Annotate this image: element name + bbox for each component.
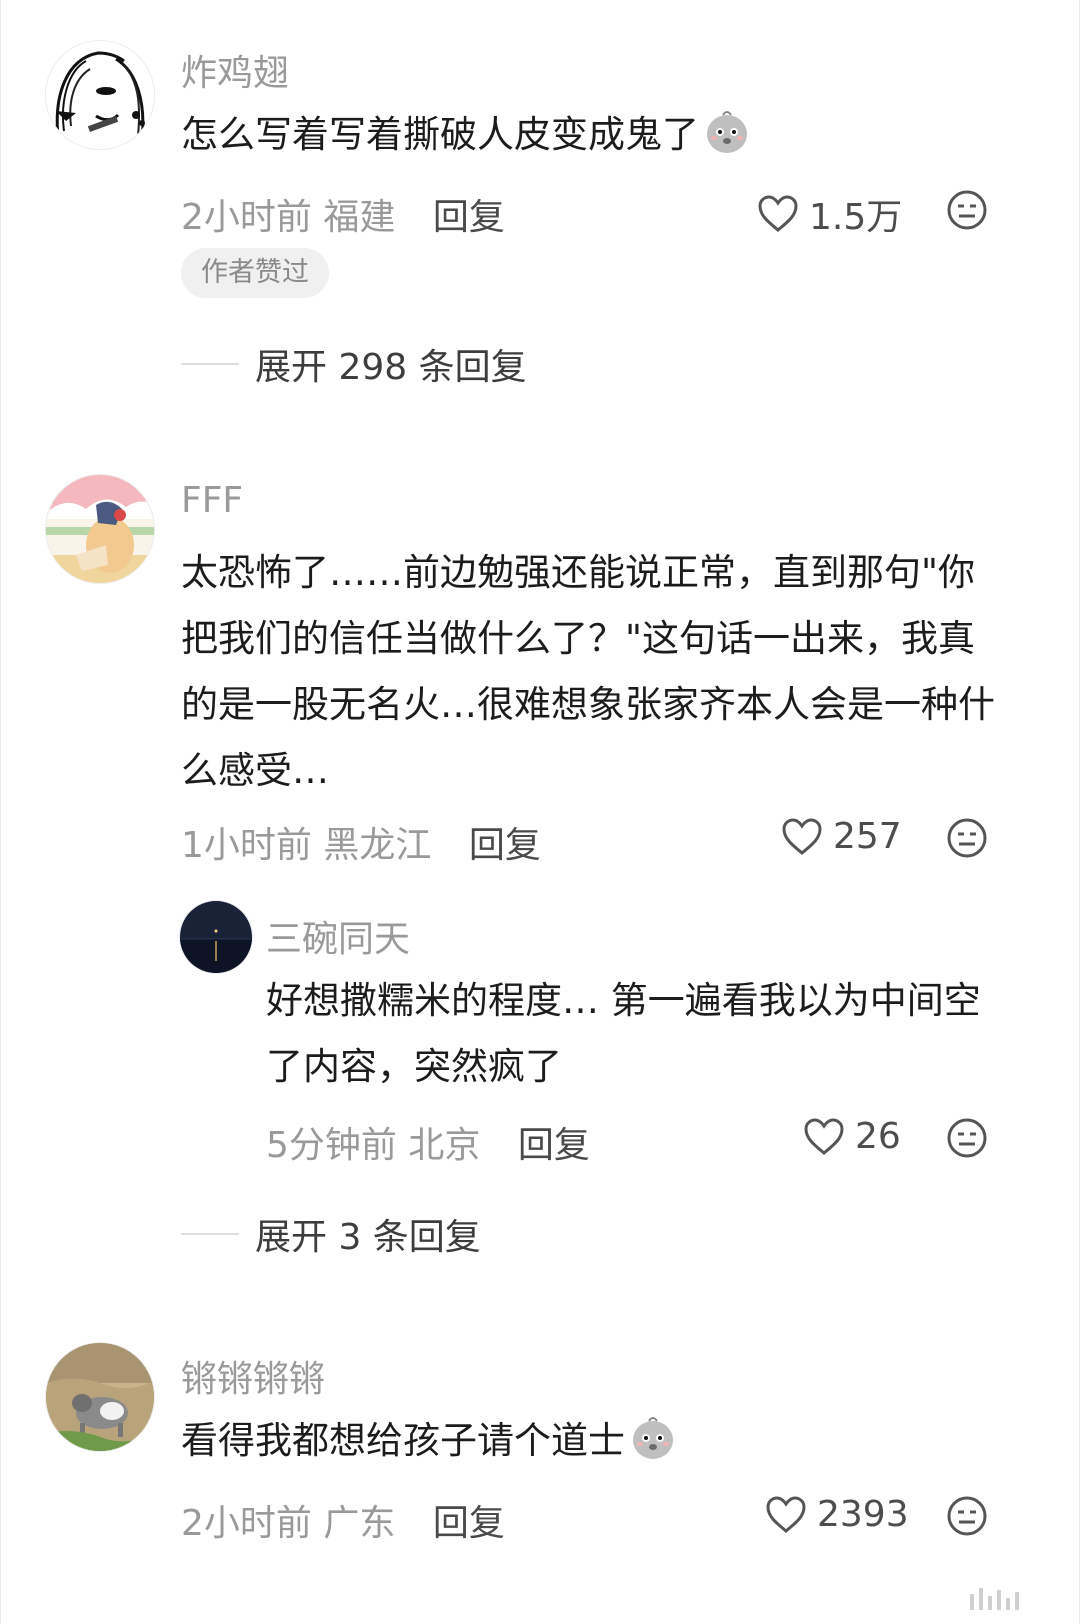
username[interactable]: 锵锵锵锵 bbox=[181, 1350, 325, 1402]
comment-time: 2小时前 bbox=[181, 1503, 312, 1544]
comment-text: 怎么写着写着撕破人皮变成鬼了 bbox=[181, 102, 1021, 168]
reply-avatar[interactable] bbox=[179, 900, 253, 974]
comment-meta: 2小时前 广东 回复 bbox=[181, 1494, 505, 1546]
heart-icon bbox=[758, 195, 798, 232]
comment-text: 太恐怖了……前边勉强还能说正常，直到那句"你把我们的信任当做什么了？"这句话一出… bbox=[181, 551, 995, 792]
avatar[interactable] bbox=[45, 1342, 155, 1452]
like-button[interactable]: 26 bbox=[803, 1116, 901, 1157]
expand-replies-button[interactable]: 展开 298 条回复 bbox=[181, 338, 527, 390]
like-count: 257 bbox=[833, 816, 902, 857]
like-count: 2393 bbox=[817, 1494, 909, 1535]
like-button[interactable]: 1.5万 bbox=[757, 188, 902, 240]
heart-icon bbox=[782, 817, 822, 855]
expand-replies-button[interactable]: 展开 3 条回复 bbox=[181, 1208, 481, 1260]
comment-time: 1小时前 bbox=[181, 825, 312, 866]
heart-icon bbox=[766, 1495, 806, 1533]
reply-location: 北京 bbox=[408, 1125, 481, 1166]
like-button[interactable]: 2393 bbox=[765, 1494, 909, 1535]
reply-button[interactable]: 回复 bbox=[433, 1503, 505, 1544]
comment-location: 黑龙江 bbox=[323, 825, 432, 866]
dislike-face-icon[interactable] bbox=[946, 1495, 988, 1537]
reply-meta: 5分钟前 北京 回复 bbox=[266, 1116, 590, 1168]
comment-location: 广东 bbox=[323, 1503, 396, 1544]
reply-time: 5分钟前 bbox=[266, 1125, 397, 1166]
comment-list: 炸鸡翅 怎么写着写着撕破人皮变成鬼了 2小时前 福建 回复 1.5万 作者赞过 … bbox=[0, 0, 1080, 1624]
username[interactable]: FFF bbox=[181, 480, 243, 521]
heart-icon bbox=[804, 1117, 844, 1155]
chick-emoji-icon bbox=[707, 111, 747, 153]
expand-replies-label: 展开 3 条回复 bbox=[255, 1217, 481, 1258]
avatar[interactable] bbox=[45, 474, 155, 584]
comment-text-body: 看得我都想给孩子请个道士 bbox=[181, 1419, 625, 1462]
comment-meta: 1小时前 黑龙江 回复 bbox=[181, 816, 541, 868]
dislike-face-icon[interactable] bbox=[946, 1117, 988, 1159]
like-button[interactable]: 257 bbox=[781, 816, 902, 857]
dislike-face-icon[interactable] bbox=[946, 817, 988, 859]
like-count: 26 bbox=[855, 1116, 901, 1157]
reply-username[interactable]: 三碗同天 bbox=[266, 910, 410, 962]
comment-location: 福建 bbox=[323, 197, 396, 238]
comment-meta: 2小时前 福建 回复 bbox=[181, 188, 505, 240]
comment-time: 2小时前 bbox=[181, 197, 312, 238]
comment-text: 看得我都想给孩子请个道士 bbox=[181, 1408, 1021, 1474]
divider-line bbox=[181, 363, 239, 365]
expand-replies-label: 展开 298 条回复 bbox=[255, 347, 527, 388]
reply-text: 好想撒糯米的程度… 第一遍看我以为中间空了内容，突然疯了 bbox=[266, 979, 981, 1088]
like-count: 1.5万 bbox=[809, 197, 903, 238]
reply-button[interactable]: 回复 bbox=[469, 825, 541, 866]
divider-line bbox=[181, 1233, 239, 1235]
avatar[interactable] bbox=[45, 40, 155, 150]
username[interactable]: 炸鸡翅 bbox=[181, 44, 289, 96]
comment-text-body: 怎么写着写着撕破人皮变成鬼了 bbox=[181, 113, 699, 156]
dislike-face-icon[interactable] bbox=[946, 189, 988, 231]
reply-button[interactable]: 回复 bbox=[518, 1125, 590, 1166]
chick-emoji-icon bbox=[633, 1417, 673, 1459]
watermark-bars bbox=[970, 1588, 1019, 1610]
reply-button[interactable]: 回复 bbox=[433, 197, 505, 238]
author-liked-badge: 作者赞过 bbox=[181, 248, 329, 298]
